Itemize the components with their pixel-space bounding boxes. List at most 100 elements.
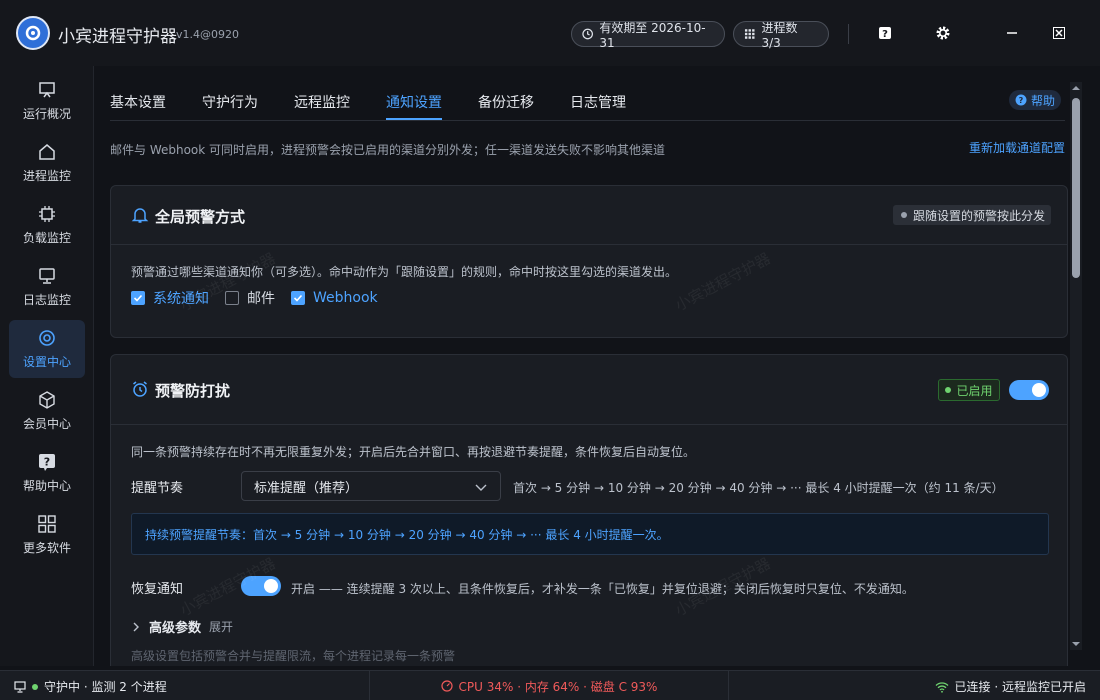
sidebar-item-label: 日志监控 xyxy=(22,293,71,307)
sidebar-item-process[interactable]: 进程监控 xyxy=(9,134,85,192)
sidebar-item-label: 运行概况 xyxy=(22,107,71,121)
checkbox-label: 邮件 xyxy=(247,291,275,307)
card-title: 全局预警方式 xyxy=(155,208,246,226)
follow-setting-badge: 跟随设置的预警按此分发 xyxy=(893,205,1051,225)
monitor-stand-icon xyxy=(39,82,55,98)
bell-icon xyxy=(131,208,149,223)
main-panel: 基本设置 守护行为 远程监控 通知设置 备份迁移 日志管理 ? 帮助 邮件与 W… xyxy=(95,66,1100,666)
checkbox-email[interactable]: 邮件 xyxy=(225,288,275,308)
app-version: v1.4@0920 xyxy=(176,28,239,41)
sidebar-item-overview[interactable]: 运行概况 xyxy=(9,72,85,130)
tab-bar: 基本设置 守护行为 远程监控 通知设置 备份迁移 日志管理 xyxy=(110,92,662,120)
badge-label: 已启用 xyxy=(956,383,993,398)
connection-status-text: 已连接 · 远程监控已开启 xyxy=(954,680,1086,694)
sidebar-item-label: 更多软件 xyxy=(22,541,71,555)
channel-checkboxes: 系统通知 邮件 Webhook xyxy=(131,288,378,308)
scroll-down-icon[interactable] xyxy=(1072,640,1080,648)
scroll-thumb[interactable] xyxy=(1072,98,1080,278)
tab-remote[interactable]: 远程监控 xyxy=(294,92,350,120)
status-dot xyxy=(901,212,907,218)
card-header: 预警防打扰 已启用 xyxy=(111,355,1067,425)
status-dot xyxy=(945,387,952,393)
check-icon xyxy=(291,291,305,305)
status-center: CPU 34% · 内存 64% · 磁盘 C 93% xyxy=(369,671,729,700)
title-bar: 小宾进程守护器 v1.4@0920 有效期至 2026-10-31 进程数 3/… xyxy=(0,0,1100,66)
monitor-icon xyxy=(14,680,26,693)
info-text: 持续预警提醒节奏：首次 → 5 分钟 → 10 分钟 → 20 分钟 → 40 … xyxy=(145,527,669,542)
help-icon[interactable]: ? xyxy=(874,22,896,44)
status-left: 守护中 · 监测 2 个进程 xyxy=(14,678,167,695)
advanced-params-toggle[interactable]: 高级参数 展开 xyxy=(131,617,233,636)
card-description: 同一条预警持续存在时不再无限重复外发；开启后先合并窗口、再按退避节奏提醒，条件恢… xyxy=(131,445,696,459)
global-alert-card: 全局预警方式 跟随设置的预警按此分发 预警通过哪些渠道通知你（可多选）。命中动作… xyxy=(110,185,1068,338)
box-icon xyxy=(39,391,55,409)
gear-icon[interactable] xyxy=(932,22,954,44)
sidebar-item-help[interactable]: ? 帮助中心 xyxy=(9,444,85,502)
checkbox-system-notify[interactable]: 系统通知 xyxy=(131,288,209,308)
reload-channels-link[interactable]: 重新加载通道配置 xyxy=(969,139,1065,156)
chevron-right-icon xyxy=(133,622,139,631)
expire-pill[interactable]: 有效期至 2026-10-31 xyxy=(571,20,725,50)
alarm-clock-icon xyxy=(133,381,147,397)
tab-notify[interactable]: 通知设置 xyxy=(386,92,442,120)
svg-text:?: ? xyxy=(882,29,888,40)
select-value: 标准提醒（推荐） xyxy=(254,480,359,496)
scroll-up-icon[interactable] xyxy=(1072,84,1080,92)
process-count-label: 进程数 3/3 xyxy=(761,20,798,50)
advanced-title: 高级参数 xyxy=(149,621,202,636)
minimize-icon[interactable] xyxy=(1001,22,1023,44)
title-divider xyxy=(848,24,849,44)
guard-status-text: 守护中 · 监测 2 个进程 xyxy=(44,680,167,694)
badge-label: 跟随设置的预警按此分发 xyxy=(913,208,1046,223)
target-settings-icon xyxy=(39,330,55,346)
advanced-hint: 高级设置包括预警合并与提醒限流，每个进程记录每一条预警 xyxy=(131,649,456,663)
restore-description: 开启 —— 连续提醒 3 次以上、且条件恢复后，才补发一条「已恢复」并复位退避；… xyxy=(291,582,914,596)
svg-text:?: ? xyxy=(44,456,50,469)
sidebar-item-member[interactable]: 会员中心 xyxy=(9,382,85,440)
vertical-scrollbar[interactable] xyxy=(1070,82,1082,650)
tab-divider xyxy=(110,120,1065,121)
resource-status-text: CPU 34% · 内存 64% · 磁盘 C 93% xyxy=(458,679,658,694)
tab-guard[interactable]: 守护行为 xyxy=(202,92,258,120)
status-bar: 守护中 · 监测 2 个进程 CPU 34% · 内存 64% · 磁盘 C 9… xyxy=(0,670,1100,700)
restore-label: 恢复通知 xyxy=(131,582,184,597)
tab-basic[interactable]: 基本设置 xyxy=(110,92,166,120)
card-title: 预警防打扰 xyxy=(155,382,231,400)
clock-icon xyxy=(582,28,593,40)
restore-toggle[interactable] xyxy=(241,576,281,596)
anti-disturb-toggle[interactable] xyxy=(1009,380,1049,400)
card-description: 预警通过哪些渠道通知你（可多选）。命中动作为「跟随设置」的规则，命中时按这里勾选… xyxy=(131,265,678,279)
chevron-down-icon xyxy=(475,484,487,491)
sidebar-item-settings[interactable]: 设置中心 xyxy=(9,320,85,378)
advanced-expand: 展开 xyxy=(209,620,234,634)
close-icon[interactable] xyxy=(1048,22,1070,44)
check-icon xyxy=(131,291,145,305)
expire-label: 有效期至 2026-10-31 xyxy=(599,20,706,50)
help-label: 帮助 xyxy=(1030,93,1055,108)
sidebar: 运行概况 进程监控 负载监控 日志监控 设置中心 会员中心 ? 帮助中心 更多软… xyxy=(0,66,94,666)
process-count-pill[interactable]: 进程数 3/3 xyxy=(733,20,829,50)
app-title: 小宾进程守护器 xyxy=(58,27,177,47)
sidebar-item-load[interactable]: 负载监控 xyxy=(9,196,85,254)
rhythm-label: 提醒节奏 xyxy=(131,481,184,496)
tab-log-manage[interactable]: 日志管理 xyxy=(570,92,626,120)
sidebar-item-more[interactable]: 更多软件 xyxy=(9,506,85,564)
tab-backup[interactable]: 备份迁移 xyxy=(478,92,534,120)
grid-icon xyxy=(38,515,56,533)
wifi-icon xyxy=(935,681,949,693)
sidebar-item-label: 设置中心 xyxy=(22,355,71,369)
checkbox-webhook[interactable]: Webhook xyxy=(291,290,378,306)
sidebar-item-label: 负载监控 xyxy=(22,231,71,245)
help-button[interactable]: ? 帮助 xyxy=(1009,90,1061,110)
svg-text:?: ? xyxy=(1019,96,1024,105)
status-badge: 已启用 xyxy=(938,379,1000,401)
rhythm-description: 首次 → 5 分钟 → 10 分钟 → 20 分钟 → 40 分钟 → ··· … xyxy=(513,481,1004,495)
sidebar-item-log[interactable]: 日志监控 xyxy=(9,258,85,316)
unchecked-box-icon xyxy=(225,291,239,305)
grid-dots-icon xyxy=(744,29,755,39)
rhythm-select[interactable]: 标准提醒（推荐） xyxy=(241,471,501,501)
anti-disturb-card: 预警防打扰 已启用 同一条预警持续存在时不再无限重复外发；开启后先合并窗口、再按… xyxy=(110,354,1068,666)
sidebar-item-label: 会员中心 xyxy=(22,417,71,431)
monitor-icon xyxy=(39,268,55,284)
gauge-icon xyxy=(440,680,453,692)
